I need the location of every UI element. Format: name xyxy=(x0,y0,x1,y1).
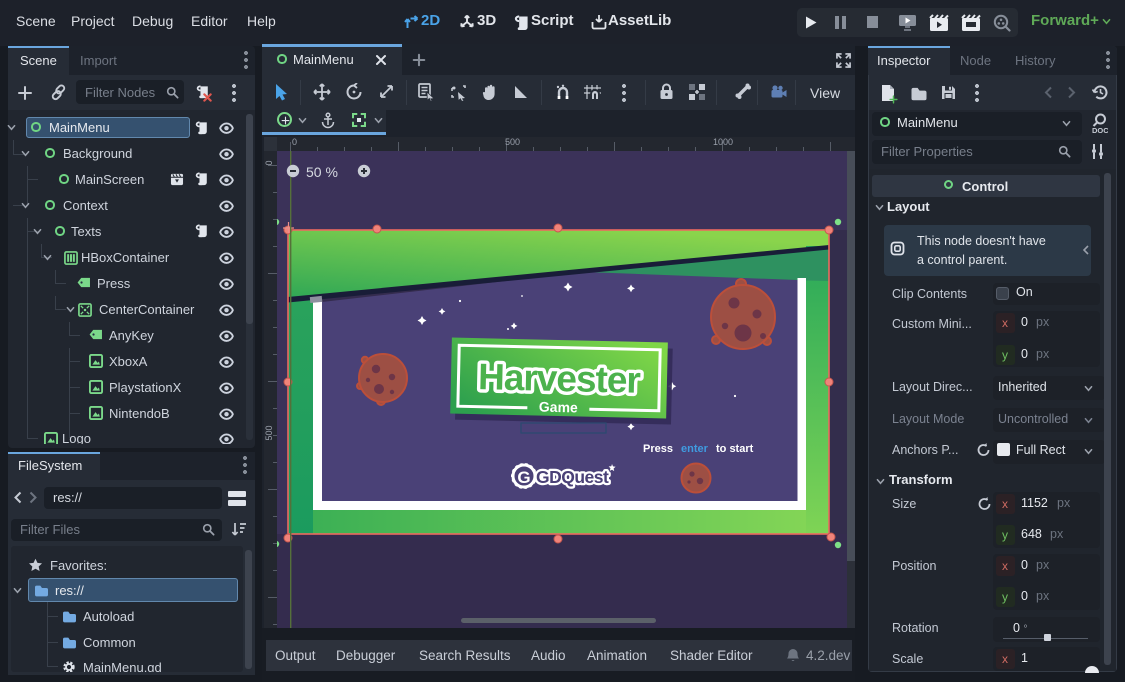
svg-text:G: G xyxy=(517,468,530,487)
svg-text:50 %: 50 % xyxy=(306,164,338,180)
svg-text:Game: Game xyxy=(539,399,578,416)
svg-text:Pressenterto start: Pressenterto start xyxy=(643,443,754,455)
svg-text:DOC: DOC xyxy=(1092,126,1108,134)
svg-text:GDQuest: GDQuest xyxy=(536,467,609,487)
svg-text:Harvester: Harvester xyxy=(478,356,641,401)
